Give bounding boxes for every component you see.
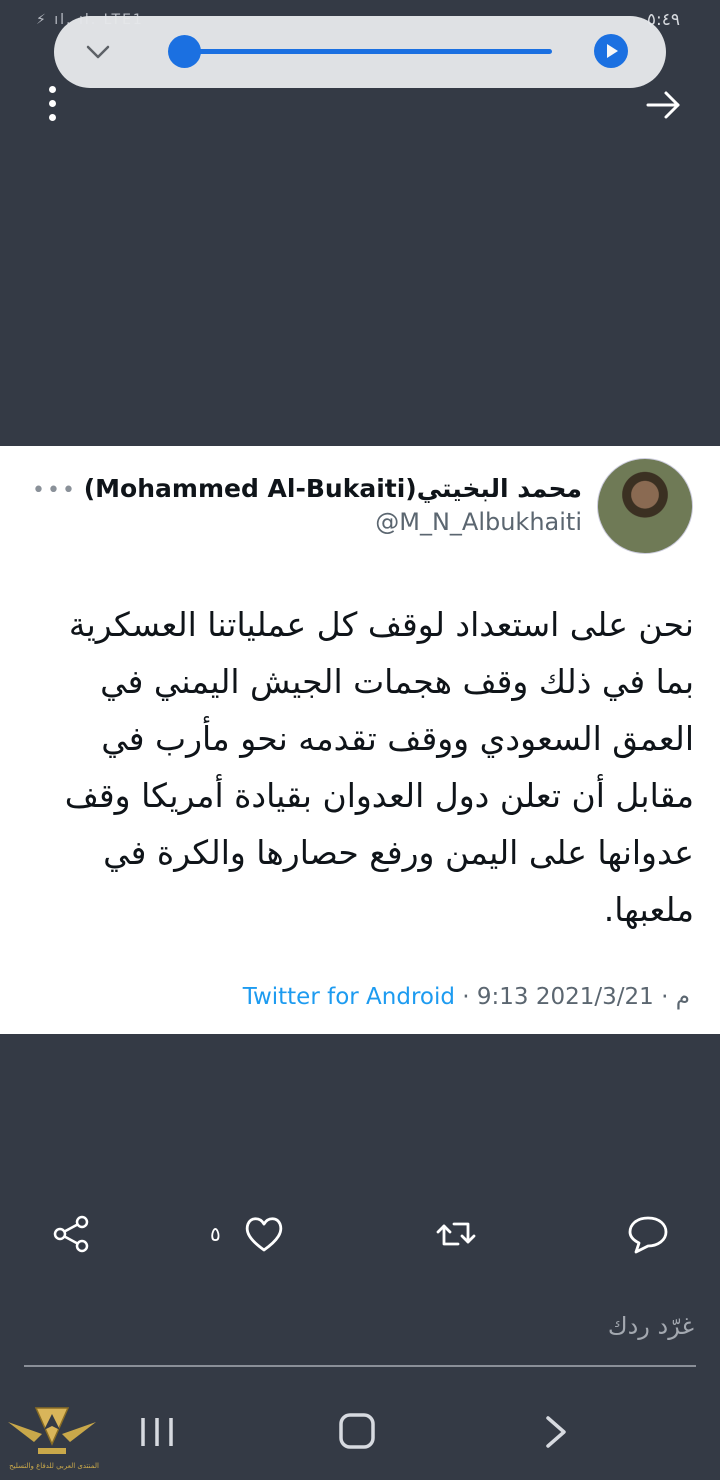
share-icon[interactable] [48,1210,96,1258]
play-button[interactable] [594,34,628,68]
play-icon [607,44,618,58]
kebab-menu-icon[interactable] [46,86,58,124]
forward-arrow-icon[interactable] [644,88,684,122]
like-heart-icon[interactable] [240,1210,288,1258]
media-player-bar [54,16,666,88]
recents-icon[interactable] [138,1414,176,1450]
watermark-caption: المنتدى العربي للدفاع والتسليح [9,1462,99,1470]
chevron-down-icon[interactable] [84,38,112,66]
tweet-text: نحن على استعداد لوقف كل عملياتنا العسكري… [64,605,694,929]
seek-track[interactable] [184,49,552,54]
display-name[interactable]: محمد البخيتي(Mohammed Al-Bukaiti) [84,474,582,503]
tweet-date: 2021/3/21 [535,984,654,1010]
home-icon[interactable] [338,1412,376,1450]
meta-separator: · [462,984,470,1010]
reply-input[interactable]: غرّد ردك [608,1312,694,1340]
meta-separator-2: · [661,984,669,1010]
divider [24,1365,696,1367]
reply-bubble-icon[interactable] [624,1210,672,1258]
like-count: ٥ [210,1222,221,1246]
retweet-icon[interactable] [432,1210,480,1258]
tweet-actions [0,1210,720,1266]
tweet-meta: Twitter for Android · 9:13 م · 2021/3/21 [243,984,690,1010]
avatar[interactable] [597,458,693,554]
user-handle[interactable]: @M_N_Albukhaiti [375,508,582,536]
more-options-icon[interactable]: ••• [32,478,77,503]
back-chevron-icon[interactable] [542,1414,570,1450]
seek-thumb[interactable] [168,35,201,68]
system-nav-bar [0,1390,720,1480]
tweet-source[interactable]: Twitter for Android [243,984,455,1010]
